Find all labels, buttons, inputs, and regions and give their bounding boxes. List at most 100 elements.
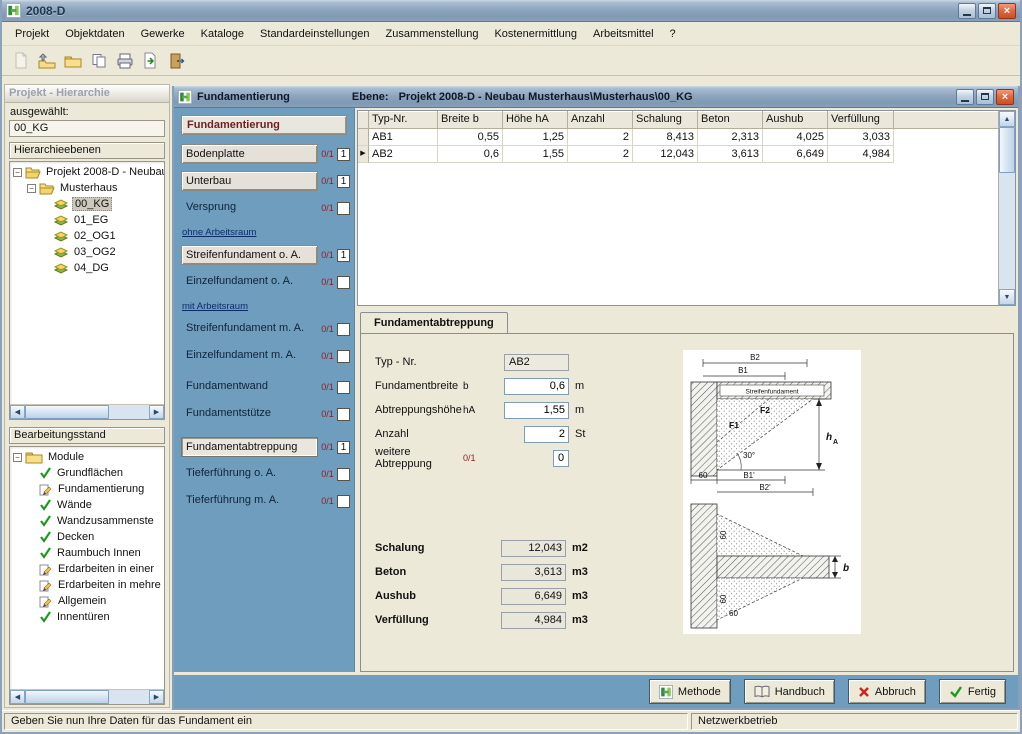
tree-item[interactable]: Wände xyxy=(10,497,164,513)
sidebar-item-button[interactable]: Streifenfundament o. A. xyxy=(181,245,318,265)
field-input[interactable] xyxy=(504,402,569,419)
menu-item[interactable]: Projekt xyxy=(7,24,57,44)
sidebar-item-button[interactable]: Einzelfundament o. A. xyxy=(181,272,318,292)
scroll-down-icon[interactable]: ▼ xyxy=(999,289,1015,305)
scrollbar-thumb[interactable] xyxy=(25,405,109,419)
sidebar-item-button[interactable]: Tieferführung m. A. xyxy=(181,491,318,511)
count-box[interactable] xyxy=(337,202,350,215)
count-box[interactable] xyxy=(337,408,350,421)
tree-item[interactable]: Erdarbeiten in einer xyxy=(10,561,164,577)
tree-item[interactable]: −Musterhaus xyxy=(10,180,164,196)
column-header[interactable]: Breite b xyxy=(438,111,503,129)
column-header[interactable]: Anzahl xyxy=(568,111,633,129)
print-icon[interactable] xyxy=(113,49,136,72)
count-box[interactable]: 1 xyxy=(337,441,350,454)
vertical-scrollbar[interactable]: ▲ ▼ xyxy=(998,111,1015,305)
scrollbar-thumb[interactable] xyxy=(999,127,1015,173)
tree-item[interactable]: 03_OG2 xyxy=(10,244,164,260)
tab-fundamentabtreppung[interactable]: Fundamentabtreppung xyxy=(360,312,508,333)
sidebar-item-button[interactable]: Streifenfundament m. A. xyxy=(181,319,318,339)
column-header[interactable]: Aushub xyxy=(763,111,828,129)
column-header[interactable]: Verfüllung xyxy=(828,111,894,129)
column-header[interactable]: Schalung xyxy=(633,111,698,129)
tree-item[interactable]: 02_OG1 xyxy=(10,228,164,244)
close-button[interactable]: × xyxy=(996,89,1014,105)
sidebar-item-button[interactable]: Fundamentwand xyxy=(181,377,318,397)
tree-item[interactable]: Decken xyxy=(10,529,164,545)
handbuch-button[interactable]: Handbuch xyxy=(744,679,835,704)
count-box[interactable]: 1 xyxy=(337,249,350,262)
minimize-button[interactable] xyxy=(956,89,974,105)
scroll-left-icon[interactable]: ◀ xyxy=(10,690,25,704)
expander-icon[interactable]: − xyxy=(13,453,22,462)
minimize-button[interactable] xyxy=(958,3,976,19)
maximize-button[interactable] xyxy=(976,89,994,105)
maximize-button[interactable] xyxy=(978,3,996,19)
menu-item[interactable]: ? xyxy=(662,24,684,44)
count-box[interactable]: 1 xyxy=(337,148,350,161)
expander-icon[interactable]: − xyxy=(13,168,22,177)
horizontal-scrollbar[interactable]: ◀ ▶ xyxy=(10,689,164,704)
methode-button[interactable]: Methode xyxy=(649,679,731,704)
menu-item[interactable]: Objektdaten xyxy=(57,24,132,44)
scroll-right-icon[interactable]: ▶ xyxy=(149,690,164,704)
tree-item[interactable]: Erdarbeiten in mehre xyxy=(10,577,164,593)
tree-item[interactable]: 01_EG xyxy=(10,212,164,228)
count-box[interactable] xyxy=(337,495,350,508)
expander-icon[interactable]: − xyxy=(27,184,36,193)
abbruch-button[interactable]: Abbruch xyxy=(848,679,926,704)
sidebar-item-button[interactable]: Bodenplatte xyxy=(181,144,318,164)
menu-item[interactable]: Arbeitsmittel xyxy=(585,24,662,44)
count-box[interactable] xyxy=(337,350,350,363)
field-input[interactable] xyxy=(524,426,569,443)
scroll-left-icon[interactable]: ◀ xyxy=(10,405,25,419)
exit-icon[interactable] xyxy=(165,49,188,72)
inner-window-titlebar[interactable]: Fundamentierung Ebene:Projekt 2008-D - N… xyxy=(174,86,1018,108)
menu-item[interactable]: Kostenermittlung xyxy=(486,24,585,44)
new-icon[interactable] xyxy=(9,49,32,72)
tree-item[interactable]: Raumbuch Innen xyxy=(10,545,164,561)
column-header[interactable]: Typ-Nr. xyxy=(369,111,438,129)
sidebar-item-button[interactable]: Fundamentabtreppung xyxy=(181,437,318,457)
tree-item[interactable]: Allgemein xyxy=(10,593,164,609)
close-button[interactable]: × xyxy=(998,3,1016,19)
tree-item[interactable]: 00_KG xyxy=(10,196,164,212)
scroll-up-icon[interactable]: ▲ xyxy=(999,111,1015,127)
count-box[interactable] xyxy=(337,276,350,289)
tree-item[interactable]: −Module xyxy=(10,449,164,465)
scroll-right-icon[interactable]: ▶ xyxy=(149,405,164,419)
open-icon[interactable] xyxy=(35,49,58,72)
menu-item[interactable]: Standardeinstellungen xyxy=(252,24,377,44)
horizontal-scrollbar[interactable]: ◀ ▶ xyxy=(10,404,164,419)
tree-item[interactable]: Wandzusammenste xyxy=(10,513,164,529)
sidebar-item-button[interactable]: Versprung xyxy=(181,198,318,218)
count-box[interactable]: 1 xyxy=(337,175,350,188)
tree-item[interactable]: Fundamentierung xyxy=(10,481,164,497)
tree-item[interactable]: Innentüren xyxy=(10,609,164,625)
tree-item[interactable]: 04_DG xyxy=(10,260,164,276)
sidebar-item-button[interactable]: Fundamentstütze xyxy=(181,404,318,424)
sidebar-item-button[interactable]: Tieferführung o. A. xyxy=(181,464,318,484)
count-box[interactable] xyxy=(337,323,350,336)
fertig-button[interactable]: Fertig xyxy=(939,679,1006,704)
sidebar-item-button[interactable]: Unterbau xyxy=(181,171,318,191)
count-box[interactable] xyxy=(337,381,350,394)
window-titlebar[interactable]: 2008-D × xyxy=(2,0,1020,22)
export-icon[interactable] xyxy=(139,49,162,72)
tree-item[interactable]: Grundflächen xyxy=(10,465,164,481)
menu-item[interactable]: Zusammenstellung xyxy=(378,24,487,44)
tree-item[interactable]: −Projekt 2008-D - Neubau xyxy=(10,164,164,180)
count-box[interactable] xyxy=(337,468,350,481)
column-header[interactable]: Höhe hA xyxy=(503,111,568,129)
copy-icon[interactable] xyxy=(87,49,110,72)
field-input[interactable] xyxy=(553,450,569,467)
sidebar-item-button[interactable]: Einzelfundament m. A. xyxy=(181,346,318,366)
menu-item[interactable]: Kataloge xyxy=(193,24,252,44)
scrollbar-thumb[interactable] xyxy=(25,690,109,704)
table-row[interactable]: ▶AB20,61,55212,0433,6136,6494,984 xyxy=(358,146,998,163)
field-input[interactable] xyxy=(504,378,569,395)
menu-item[interactable]: Gewerke xyxy=(133,24,193,44)
table-row[interactable]: AB10,551,2528,4132,3134,0253,033 xyxy=(358,129,998,146)
column-header[interactable]: Beton xyxy=(698,111,763,129)
folder-icon[interactable] xyxy=(61,49,84,72)
